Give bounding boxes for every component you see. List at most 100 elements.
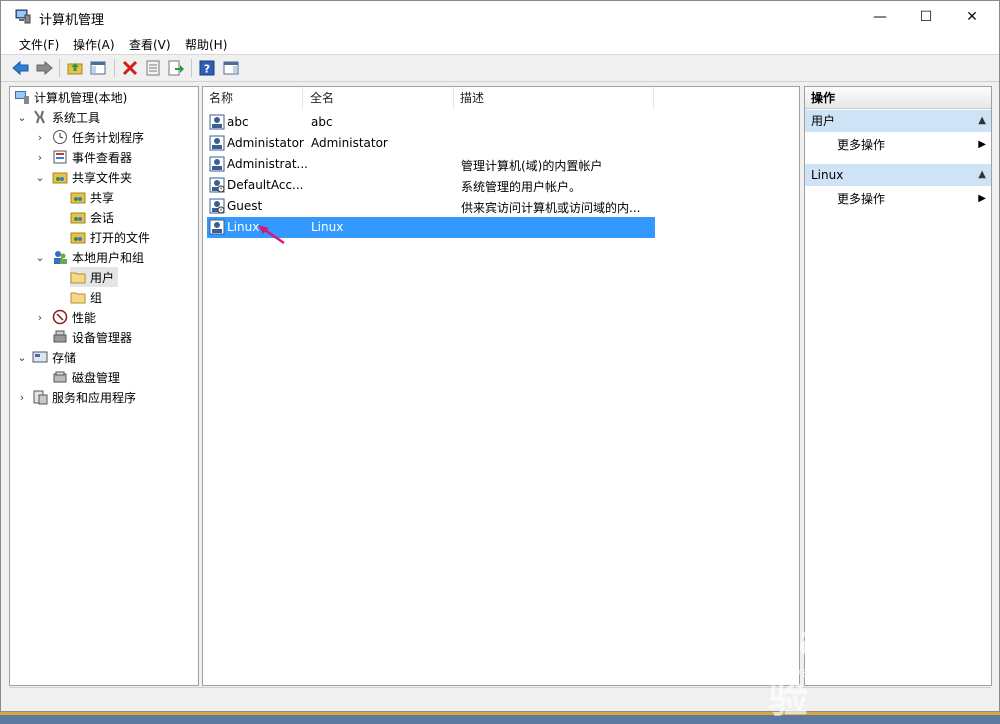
maximize-button[interactable]: ☐ <box>903 1 949 32</box>
shared-folder-icon <box>52 172 68 184</box>
minimize-button[interactable]: — <box>857 1 903 32</box>
menu-help[interactable]: 帮助(H) <box>185 36 227 53</box>
column-header-description[interactable]: 描述 <box>454 87 654 109</box>
tree-item-services-apps[interactable]: 服务和应用程序 <box>32 387 136 407</box>
tree-item-task-scheduler[interactable]: 任务计划程序 <box>52 127 144 147</box>
forward-arrow-icon <box>36 60 53 76</box>
user-description: 系统管理的用户帐户。 <box>461 180 582 194</box>
user-description: 管理计算机(域)的内置帐户 <box>461 159 603 173</box>
tree-item-users[interactable]: 用户 <box>70 267 119 287</box>
back-button[interactable] <box>11 58 31 78</box>
chevron-down-icon[interactable]: ⌄ <box>16 107 28 127</box>
user-row-defaultaccount[interactable]: DefaultAcc... 系统管理的用户帐户。 <box>207 175 655 196</box>
user-disabled-icon <box>209 177 225 193</box>
chevron-right-icon[interactable]: › <box>34 127 46 147</box>
tree-item-device-manager[interactable]: 设备管理器 <box>52 327 132 347</box>
toolbar-separator <box>114 59 115 77</box>
user-fullname: Administator <box>311 136 388 150</box>
tree-label: 用户 <box>90 270 115 285</box>
baidu-watermark-url: jingyan.baidu.com <box>770 666 890 681</box>
tree-item-event-viewer[interactable]: 事件查看器 <box>52 147 132 167</box>
user-name: Linux <box>227 220 260 234</box>
chevron-right-icon[interactable]: › <box>16 387 28 407</box>
tree-label: 存储 <box>52 350 77 365</box>
tree-item-local-users-groups[interactable]: 本地用户和组 <box>52 247 144 267</box>
actions-section-linux[interactable]: Linux ▲ <box>805 164 991 186</box>
column-header-fullname[interactable]: 全名 <box>304 87 454 109</box>
user-row-guest[interactable]: Guest 供来宾访问计算机或访问域的内... <box>207 196 655 217</box>
delete-button[interactable] <box>120 58 140 78</box>
user-icon <box>209 156 225 172</box>
submenu-arrow-icon: ▶ <box>978 139 986 150</box>
action-more-actions-linux[interactable]: 更多操作 ▶ <box>805 189 991 209</box>
window-title: 计算机管理 <box>39 13 105 28</box>
menu-view[interactable]: 查看(V) <box>129 36 171 53</box>
close-button[interactable]: ✕ <box>949 1 995 32</box>
user-name: abc <box>227 115 249 129</box>
tools-icon <box>34 110 45 124</box>
tree-item-system-tools[interactable]: 系统工具 <box>32 107 100 127</box>
chevron-down-icon[interactable]: ⌄ <box>34 167 46 187</box>
toolbar: ? <box>1 55 999 82</box>
tree-item-shares[interactable]: 共享 <box>70 187 114 207</box>
forward-button[interactable] <box>34 58 54 78</box>
collapse-up-icon[interactable]: ▲ <box>978 110 986 132</box>
delete-x-icon <box>122 60 138 76</box>
tree-item-disk-management[interactable]: 磁盘管理 <box>52 367 120 387</box>
user-row-administrator[interactable]: Administrat... 管理计算机(域)的内置帐户 <box>207 154 655 175</box>
annotation-arrow-icon <box>258 225 285 245</box>
folder-icon <box>70 292 86 304</box>
user-description: 供来宾访问计算机或访问域的内... <box>461 201 641 215</box>
tree-item-shared-folders[interactable]: 共享文件夹 <box>52 167 132 187</box>
menu-file[interactable]: 文件(F) <box>19 36 59 53</box>
tree-item-performance[interactable]: 性能 <box>52 307 96 327</box>
tree-label: 共享 <box>90 190 115 205</box>
chevron-down-icon[interactable]: ⌄ <box>16 347 28 367</box>
properties-button[interactable] <box>143 58 163 78</box>
tree-label: 打开的文件 <box>90 230 151 245</box>
action-pane-icon <box>223 61 239 75</box>
show-hide-tree-button[interactable] <box>88 58 108 78</box>
submenu-arrow-icon: ▶ <box>978 193 986 204</box>
tree-item-storage[interactable]: 存储 <box>32 347 76 367</box>
clock-icon <box>53 130 67 144</box>
tree-label: 服务和应用程序 <box>52 390 137 405</box>
tree-label: 系统工具 <box>52 110 101 125</box>
menu-bar: 文件(F) 操作(A) 查看(V) 帮助(H) <box>1 32 999 55</box>
tree-label: 性能 <box>72 310 97 325</box>
shared-folder-icon <box>70 212 86 224</box>
chevron-right-icon[interactable]: › <box>34 307 46 327</box>
collapse-up-icon[interactable]: ▲ <box>978 164 986 186</box>
user-row-abc[interactable]: abc abc <box>207 112 655 133</box>
up-folder-button[interactable] <box>65 58 85 78</box>
tree-label: 事件查看器 <box>72 150 133 165</box>
user-name: Administator <box>227 136 304 150</box>
user-disabled-icon <box>209 198 225 214</box>
export-list-icon <box>168 60 184 76</box>
title-bar[interactable]: 计算机管理 — ☐ ✕ <box>1 1 999 32</box>
chevron-right-icon[interactable]: › <box>34 147 46 167</box>
actions-section-users[interactable]: 用户 ▲ <box>805 110 991 132</box>
tree-label: 会话 <box>90 210 115 225</box>
chevron-down-icon[interactable]: ⌄ <box>34 247 46 267</box>
svg-text:?: ? <box>204 63 210 76</box>
tree-item-open-files[interactable]: 打开的文件 <box>70 227 150 247</box>
user-icon <box>209 135 225 151</box>
user-row-administator[interactable]: Administator Administator <box>207 133 655 154</box>
tree-item-root[interactable]: 计算机管理(本地) <box>14 87 127 107</box>
show-hide-action-pane-button[interactable] <box>221 58 241 78</box>
toolbar-separator <box>59 59 60 77</box>
tree-label: 设备管理器 <box>72 330 133 345</box>
actions-header: 操作 <box>805 87 991 109</box>
menu-action[interactable]: 操作(A) <box>73 36 115 53</box>
tree-label: 任务计划程序 <box>72 130 145 145</box>
help-button[interactable]: ? <box>197 58 217 78</box>
action-more-actions-users[interactable]: 更多操作 ▶ <box>805 135 991 155</box>
tree-item-groups[interactable]: 组 <box>70 287 102 307</box>
export-list-button[interactable] <box>166 58 186 78</box>
column-header-name[interactable]: 名称 <box>203 87 303 109</box>
tree-label: 组 <box>90 290 103 305</box>
shared-folder-icon <box>70 192 86 204</box>
tree-item-sessions[interactable]: 会话 <box>70 207 114 227</box>
user-icon <box>209 219 225 235</box>
